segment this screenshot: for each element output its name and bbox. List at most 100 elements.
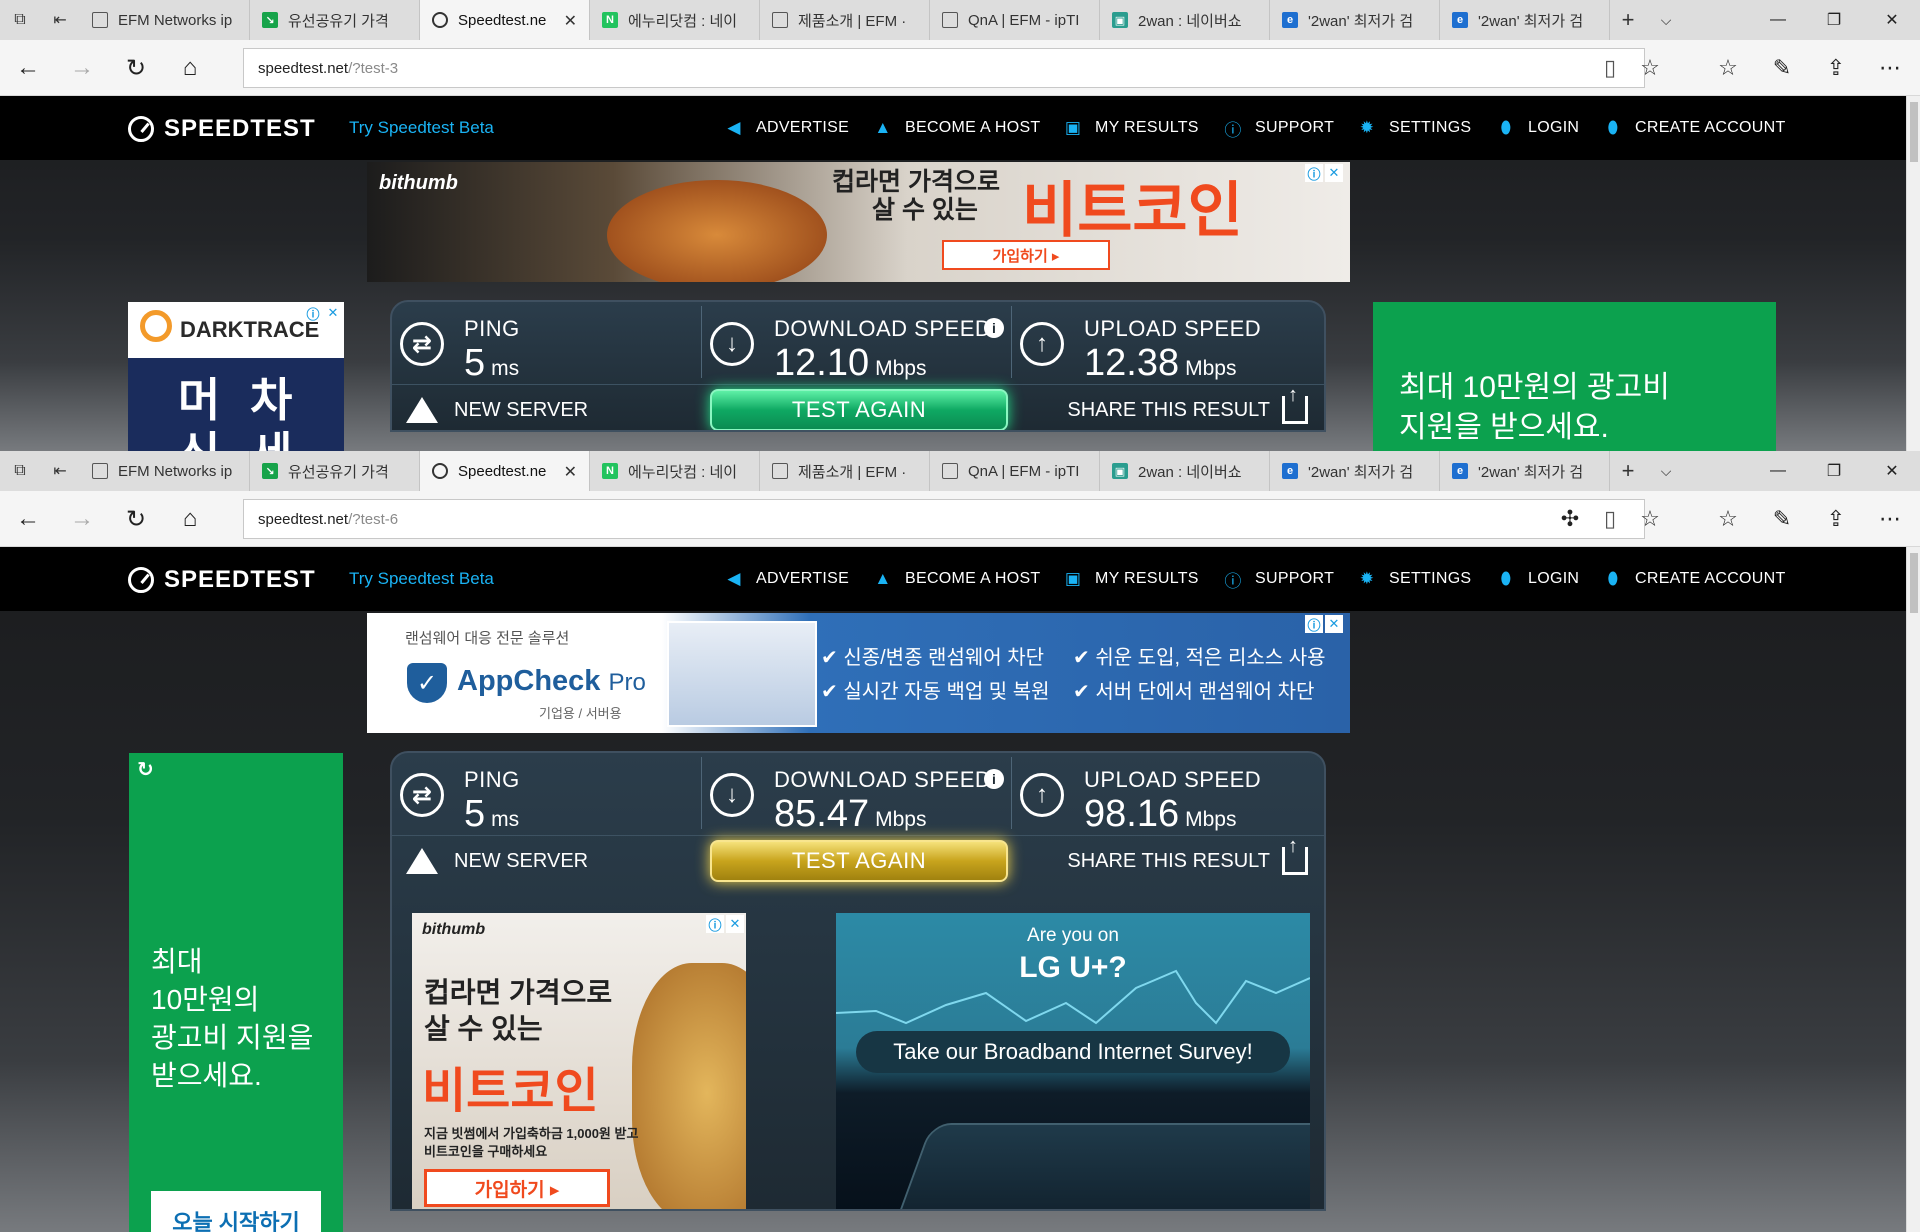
nav-become-host[interactable]: ▲ BECOME A HOST [873,96,1041,160]
nav-create-account[interactable]: ⬮ CREATE ACCOUNT [1603,547,1786,611]
minimize-icon[interactable]: — [1750,0,1806,40]
survey-ad[interactable]: Are you on LG U+? Take our Broadband Int… [836,913,1310,1209]
tab-2wan-lowest-1[interactable]: e '2wan' 최저가 검 [1270,0,1440,40]
ad-close-icon[interactable]: ✕ [324,304,342,322]
tab-overview-icon[interactable]: ⧉ [2,451,38,491]
tab-efm-networks[interactable]: EFM Networks ip [80,0,250,40]
more-icon[interactable]: ⋯ [1868,48,1912,88]
nav-support[interactable]: ⓘ SUPPORT [1223,96,1334,160]
favorite-star-icon[interactable]: ☆ [1632,501,1668,537]
nav-login[interactable]: ⬮ LOGIN [1496,547,1579,611]
reading-view-icon[interactable]: ▯ [1592,501,1628,537]
nav-my-results[interactable]: ▣ MY RESULTS [1063,96,1199,160]
extension-puzzle-icon[interactable]: ✣ [1552,501,1588,537]
chevron-down-icon[interactable]: ⌵ [1648,0,1684,40]
top-banner-ad[interactable]: bithumb 컵라면 가격으로 살 수 있는 비트코인 가입하기 ▸ ⓘ ✕ [367,162,1350,282]
url-input[interactable]: speedtest.net/?test-6 [243,499,1645,539]
web-note-icon[interactable]: ✎ [1760,499,1804,539]
tab-speedtest[interactable]: Speedtest.ne ✕ [420,451,590,491]
nav-login[interactable]: ⬮ LOGIN [1496,96,1579,160]
ad-info-icon[interactable]: ⓘ [304,304,322,322]
favorites-hub-icon[interactable]: ☆ [1706,48,1750,88]
speedtest-logo[interactable]: SPEEDTEST [128,565,316,595]
top-banner-ad[interactable]: 랜섬웨어 대응 전문 솔루션 ✓ AppCheck Pro 기업용 / 서버용 … [367,613,1350,733]
tab-speedtest[interactable]: Speedtest.ne ✕ [420,0,590,40]
tab-2wan-naver[interactable]: ▣ 2wan : 네이버쇼 [1100,451,1270,491]
left-side-ad[interactable]: DARKTRACE 머 차 신 세 ⓘ ✕ [128,302,344,451]
refresh-icon[interactable]: ↻ [114,48,158,88]
nav-settings[interactable]: ✹ SETTINGS [1357,96,1471,160]
tab-product-intro[interactable]: 제품소개 | EFM · [760,451,930,491]
close-tab-icon[interactable]: ✕ [564,11,577,31]
favorites-hub-icon[interactable]: ☆ [1706,499,1750,539]
tab-qna[interactable]: QnA | EFM - ipTI [930,0,1100,40]
test-again-button[interactable]: TEST AGAIN [710,389,1008,430]
new-tab-icon[interactable]: + [1610,0,1646,40]
tab-2wan-lowest-1[interactable]: e '2wan' 최저가 검 [1270,451,1440,491]
nav-advertise[interactable]: ◀ ADVERTISE [724,547,849,611]
ad-signup-button[interactable]: 가입하기 ▸ [424,1169,610,1207]
speedtest-logo[interactable]: SPEEDTEST [128,114,316,144]
tab-efm-networks[interactable]: EFM Networks ip [80,451,250,491]
new-tab-icon[interactable]: + [1610,451,1646,491]
ad-info-icon[interactable]: ⓘ [1305,164,1323,182]
ad-close-icon[interactable]: ✕ [726,915,744,933]
home-icon[interactable]: ⌂ [168,48,212,88]
back-icon[interactable]: ← [6,499,50,539]
scrollbar[interactable] [1906,96,1920,451]
ad-info-icon[interactable]: ⓘ [1305,615,1323,633]
start-today-button[interactable]: 오늘 시작하기 [151,1191,321,1232]
chevron-down-icon[interactable]: ⌵ [1648,451,1684,491]
nav-support[interactable]: ⓘ SUPPORT [1223,547,1334,611]
set-aside-tabs-icon[interactable]: ⇤ [42,0,78,40]
info-icon[interactable]: i [984,769,1004,789]
try-beta-link[interactable]: Try Speedtest Beta [349,569,494,589]
test-again-button[interactable]: TEST AGAIN [710,840,1008,882]
left-side-ad[interactable]: ↻ 최대 10만원의 광고비 지원을 받으세요. 오늘 시작하기 [129,753,343,1232]
home-icon[interactable]: ⌂ [168,499,212,539]
tab-2wan-naver[interactable]: ▣ 2wan : 네이버쇼 [1100,0,1270,40]
scrollbar-thumb[interactable] [1910,553,1918,613]
nav-settings[interactable]: ✹ SETTINGS [1357,547,1471,611]
share-result-button[interactable]: SHARE THIS RESULT [1067,384,1308,425]
nav-advertise[interactable]: ◀ ADVERTISE [724,96,849,160]
forward-icon[interactable]: → [60,48,104,88]
tab-2wan-lowest-2[interactable]: e '2wan' 최저가 검 [1440,451,1610,491]
tab-product-intro[interactable]: 제품소개 | EFM · [760,0,930,40]
refresh-icon[interactable]: ↻ [114,499,158,539]
ad-info-icon[interactable]: ⓘ [706,915,724,933]
share-icon[interactable]: ⇪ [1814,499,1858,539]
url-input[interactable]: speedtest.net/?test-3 [243,48,1645,88]
lower-left-ad[interactable]: bithumb 컵라면 가격으로 살 수 있는 비트코인 지금 빗썸에서 가입축하… [412,913,746,1209]
nav-create-account[interactable]: ⬮ CREATE ACCOUNT [1603,96,1786,160]
close-tab-icon[interactable]: ✕ [564,462,577,482]
try-beta-link[interactable]: Try Speedtest Beta [349,118,494,138]
reading-view-icon[interactable]: ▯ [1592,50,1628,86]
restore-icon[interactable]: ❐ [1806,451,1862,491]
ad-close-icon[interactable]: ✕ [1325,164,1343,182]
scrollbar-thumb[interactable] [1910,102,1918,162]
forward-icon[interactable]: → [60,499,104,539]
new-server-button[interactable]: NEW SERVER [406,846,588,876]
minimize-icon[interactable]: — [1750,451,1806,491]
favorite-star-icon[interactable]: ☆ [1632,50,1668,86]
ad-close-icon[interactable]: ✕ [1325,615,1343,633]
info-icon[interactable]: i [984,318,1004,338]
tab-2wan-lowest-2[interactable]: e '2wan' 최저가 검 [1440,0,1610,40]
reload-icon[interactable]: ↻ [137,757,154,782]
tab-enuri[interactable]: N 에누리닷컴 : 네이 [590,0,760,40]
right-side-ad[interactable]: 최대 10만원의 광고비 지원을 받으세요. [1373,302,1776,451]
tab-enuri[interactable]: N 에누리닷컴 : 네이 [590,451,760,491]
set-aside-tabs-icon[interactable]: ⇤ [42,451,78,491]
web-note-icon[interactable]: ✎ [1760,48,1804,88]
share-result-button[interactable]: SHARE THIS RESULT [1067,835,1308,876]
tab-router-price[interactable]: ↘ 유선공유기 가격 [250,451,420,491]
close-window-icon[interactable]: ✕ [1864,0,1920,40]
tab-overview-icon[interactable]: ⧉ [2,0,38,40]
more-icon[interactable]: ⋯ [1868,499,1912,539]
nav-become-host[interactable]: ▲ BECOME A HOST [873,547,1041,611]
tab-router-price[interactable]: ↘ 유선공유기 가격 [250,0,420,40]
new-server-button[interactable]: NEW SERVER [406,395,588,425]
restore-icon[interactable]: ❐ [1806,0,1862,40]
tab-qna[interactable]: QnA | EFM - ipTI [930,451,1100,491]
